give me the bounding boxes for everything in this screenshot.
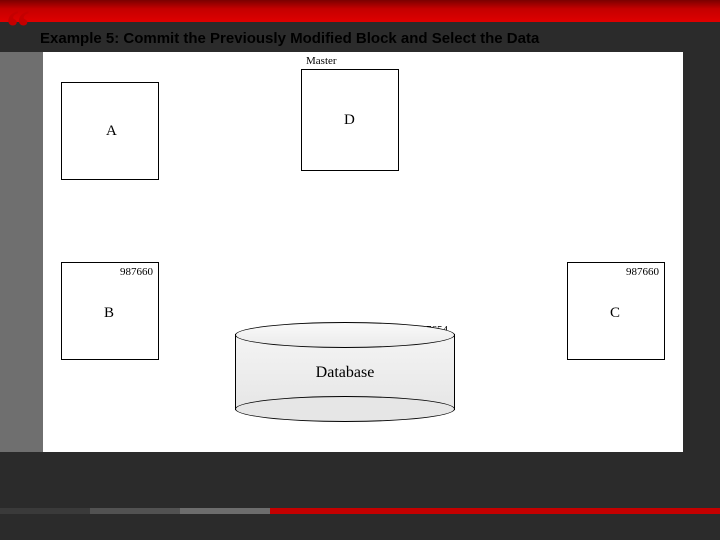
- box-b: 987660 B: [61, 262, 159, 360]
- left-grey-strip: [0, 52, 43, 452]
- db-top-ellipse: [235, 322, 455, 348]
- database-cylinder: Database: [235, 322, 455, 422]
- page-title: Example 5: Commit the Previously Modifie…: [40, 30, 539, 47]
- box-d-label: D: [344, 112, 355, 129]
- database-label: Database: [235, 364, 455, 382]
- diagram-canvas: Master A D 987660 B 987660 C Database 98…: [43, 52, 683, 452]
- accent-seg-3: [180, 508, 270, 514]
- box-c-value: 987660: [626, 266, 659, 278]
- box-a-label: A: [106, 123, 117, 140]
- footer-bar: [0, 496, 720, 540]
- accent-seg-1: [0, 508, 90, 514]
- box-d: D: [301, 69, 399, 171]
- box-c: 987660 C: [567, 262, 665, 360]
- box-a: A: [61, 82, 159, 180]
- db-bottom-ellipse: [235, 396, 455, 422]
- accent-seg-2: [90, 508, 180, 514]
- box-c-label: C: [610, 305, 620, 322]
- box-b-label: B: [104, 305, 114, 322]
- header-red-bar: [0, 0, 720, 22]
- box-b-value: 987660: [120, 266, 153, 278]
- accent-seg-red: [270, 508, 720, 514]
- master-label: Master: [306, 55, 337, 67]
- footer-accent: [0, 508, 720, 514]
- quote-decor-icon: “: [0, 14, 36, 43]
